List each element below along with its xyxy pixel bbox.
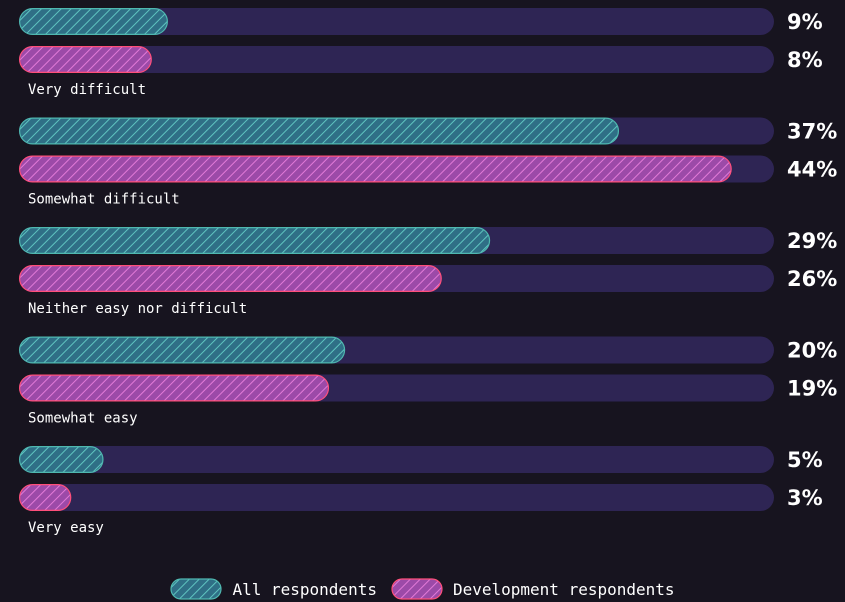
data-label-all-very-difficult: 9% <box>787 10 823 34</box>
legend-item-all-respondents: All respondents <box>170 578 377 600</box>
legend-swatch-development-respondents <box>391 578 443 600</box>
category-label-neither-easy-nor-difficult: Neither easy nor difficult <box>28 301 247 317</box>
legend-item-development-respondents: Development respondents <box>391 578 675 600</box>
bar-all-very-difficult <box>19 8 168 35</box>
bar-chart: 9% 8% Very difficult 37% 44% Somewhat difficu… <box>19 8 837 536</box>
bar-all-somewhat-easy <box>19 336 346 364</box>
category-label-somewhat-difficult: Somewhat difficult <box>28 192 180 208</box>
data-label-dev-neither-easy-nor-difficult: 26% <box>787 267 837 291</box>
bar-dev-very-easy <box>19 484 72 512</box>
bar-dev-very-difficult <box>19 45 152 73</box>
legend-label-all-respondents: All respondents <box>232 579 377 599</box>
data-label-all-neither-easy-nor-difficult: 29% <box>787 229 837 253</box>
data-label-dev-very-difficult: 8% <box>787 48 823 72</box>
legend-swatch-all-respondents <box>170 578 223 600</box>
legend-label-development-respondents: Development respondents <box>452 579 675 599</box>
data-label-all-somewhat-easy: 20% <box>787 339 837 363</box>
data-label-all-somewhat-difficult: 37% <box>787 120 837 144</box>
data-label-dev-very-easy: 3% <box>787 486 823 510</box>
bar-dev-neither-easy-nor-difficult <box>19 265 442 293</box>
bar-all-neither-easy-nor-difficult <box>19 227 491 255</box>
legend: All respondents Development respondents <box>0 576 845 602</box>
data-label-all-very-easy: 5% <box>787 448 823 472</box>
data-label-dev-somewhat-difficult: 44% <box>787 158 837 182</box>
bar-track <box>19 484 774 511</box>
category-label-somewhat-easy: Somewhat easy <box>28 411 138 427</box>
bar-dev-somewhat-difficult <box>19 155 732 183</box>
bar-track <box>19 446 774 473</box>
category-label-very-easy: Very easy <box>28 520 104 536</box>
category-label-very-difficult: Very difficult <box>28 82 146 98</box>
data-label-dev-somewhat-easy: 19% <box>787 377 837 401</box>
bar-all-somewhat-difficult <box>19 117 620 145</box>
bar-all-very-easy <box>19 446 104 474</box>
bar-dev-somewhat-easy <box>19 374 330 402</box>
